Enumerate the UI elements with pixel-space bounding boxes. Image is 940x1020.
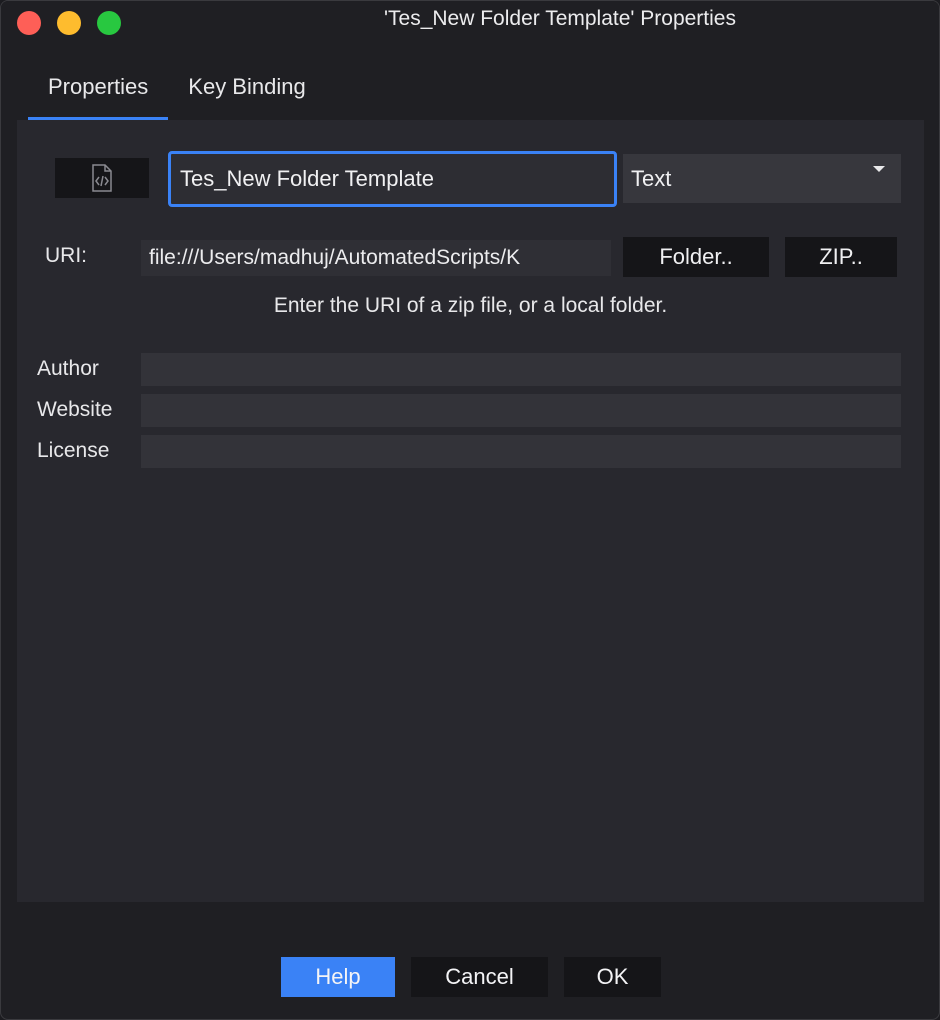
ok-button[interactable]: OK <box>564 957 661 997</box>
uri-hint: Enter the URI of a zip file, or a local … <box>273 294 668 317</box>
window-title: 'Tes_New Folder Template' Properties <box>384 7 736 30</box>
author-label: Author <box>37 357 99 380</box>
title-bar: 'Tes_New Folder Template' Properties <box>1 1 939 41</box>
type-select[interactable]: Text <box>623 154 901 203</box>
uri-label: URI: <box>45 244 87 267</box>
properties-panel: Tes_New Folder Template Text URI: file:/… <box>17 120 924 902</box>
website-label: Website <box>37 398 113 421</box>
author-field[interactable] <box>141 353 901 386</box>
help-button[interactable]: Help <box>281 957 395 997</box>
license-label: License <box>37 439 110 462</box>
properties-dialog: 'Tes_New Folder Template' Properties Pro… <box>0 0 940 1020</box>
name-input[interactable]: Tes_New Folder Template <box>168 151 617 207</box>
tab-key-binding[interactable]: Key Binding <box>168 61 325 117</box>
license-field[interactable] <box>141 435 901 468</box>
tab-properties[interactable]: Properties <box>28 61 169 120</box>
uri-input[interactable]: file:///Users/madhuj/AutomatedScripts/K <box>141 240 611 276</box>
code-file-icon <box>92 164 112 192</box>
type-select-value: Text <box>631 166 672 191</box>
cancel-button[interactable]: Cancel <box>411 957 548 997</box>
icon-picker-button[interactable] <box>55 158 149 198</box>
tab-bar: Properties Key Binding <box>28 61 326 120</box>
folder-button[interactable]: Folder.. <box>623 237 769 277</box>
website-field[interactable] <box>141 394 901 427</box>
chevron-down-icon <box>873 166 885 172</box>
zip-button[interactable]: ZIP.. <box>785 237 897 277</box>
